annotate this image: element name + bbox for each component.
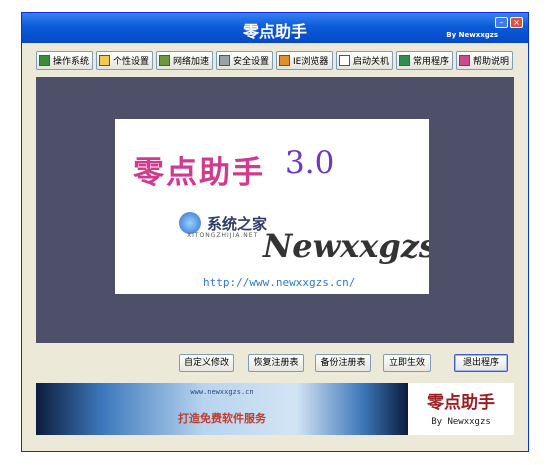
startup-icon bbox=[339, 55, 350, 66]
tool-button-programs[interactable]: 常用程序 bbox=[396, 51, 453, 70]
title-bar[interactable]: 零点助手 By Newxxgzs – × bbox=[22, 13, 528, 43]
backup-registry-button[interactable]: 备份注册表 bbox=[315, 354, 371, 372]
splash-url: http://www.newxxgzs.cn/ bbox=[203, 276, 356, 289]
tool-button-label: 帮助说明 bbox=[473, 57, 510, 67]
tool-button-label: 个性设置 bbox=[113, 57, 150, 67]
tool-button-label: 常用程序 bbox=[413, 57, 450, 67]
content-panel: 零点助手 3.0 系统之家 XITONGZHIJIA.NET Newxxgzs … bbox=[36, 77, 514, 343]
site-pinyin: XITONGZHIJIA.NET bbox=[187, 232, 259, 239]
banner-text: 打造免费软件服务 bbox=[178, 412, 266, 425]
network-icon bbox=[159, 55, 170, 66]
splash-title: 零点助手 bbox=[133, 155, 265, 191]
tool-button-personalize[interactable]: 个性设置 bbox=[96, 51, 153, 70]
author-name: Newxxgzs bbox=[263, 227, 429, 265]
splash-version: 3.0 bbox=[285, 145, 335, 181]
tool-button-label: 安全设置 bbox=[233, 57, 270, 67]
exit-program-button[interactable]: 退出程序 bbox=[454, 354, 508, 372]
close-button[interactable]: × bbox=[510, 17, 523, 28]
tool-button-startup[interactable]: 启动关机 bbox=[336, 51, 393, 70]
window-byline: By Newxxgzs bbox=[446, 31, 498, 39]
globe-icon bbox=[179, 212, 201, 234]
main-window: 零点助手 By Newxxgzs – × 操作系统 个性设置 网络加速 安全设置… bbox=[21, 12, 529, 452]
help-icon bbox=[459, 55, 470, 66]
tool-button-help[interactable]: 帮助说明 bbox=[456, 51, 513, 70]
security-icon bbox=[219, 55, 230, 66]
splash-image: 零点助手 3.0 系统之家 XITONGZHIJIA.NET Newxxgzs … bbox=[115, 119, 429, 294]
brand-byline: By Newxxgzs bbox=[431, 417, 491, 427]
tool-button-network[interactable]: 网络加速 bbox=[156, 51, 213, 70]
system-icon bbox=[39, 55, 50, 66]
ad-banner[interactable]: www.newxxgzs.cn 打造免费软件服务 bbox=[36, 383, 408, 435]
tool-button-os[interactable]: 操作系统 bbox=[36, 51, 93, 70]
tool-button-label: 网络加速 bbox=[173, 57, 210, 67]
banner-url: www.newxxgzs.cn bbox=[190, 388, 254, 396]
tool-button-ie[interactable]: IE浏览器 bbox=[276, 51, 333, 70]
folder-icon bbox=[99, 55, 110, 66]
apply-now-button[interactable]: 立即生效 bbox=[383, 354, 431, 372]
browser-icon bbox=[279, 55, 290, 66]
tool-button-label: IE浏览器 bbox=[293, 57, 329, 67]
site-name: 系统之家 bbox=[207, 215, 268, 233]
close-icon: × bbox=[513, 18, 520, 27]
minimize-button[interactable]: – bbox=[495, 17, 508, 28]
brand-title: 零点助手 bbox=[427, 393, 495, 413]
tool-button-security[interactable]: 安全设置 bbox=[216, 51, 273, 70]
brand-logo: 零点助手 By Newxxgzs bbox=[408, 383, 514, 435]
restore-registry-button[interactable]: 恢复注册表 bbox=[248, 354, 304, 372]
minimize-icon: – bbox=[499, 18, 504, 27]
tool-button-label: 操作系统 bbox=[53, 57, 90, 67]
program-icon bbox=[399, 55, 410, 66]
custom-edit-button[interactable]: 自定义修改 bbox=[179, 354, 234, 372]
tool-button-label: 启动关机 bbox=[353, 57, 390, 67]
